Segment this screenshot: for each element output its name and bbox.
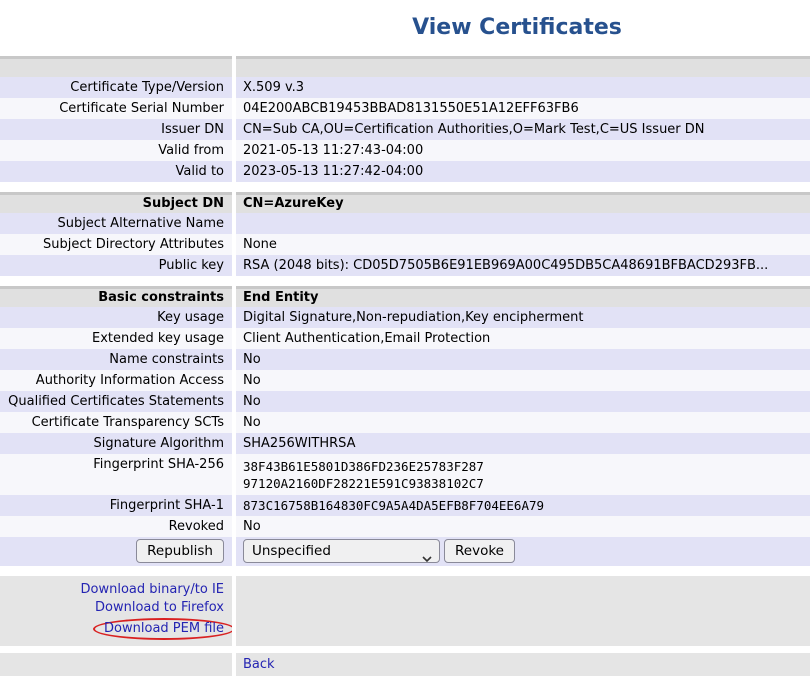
page-title: View Certificates [112, 15, 810, 40]
section-header-row: Basic constraints End Entity [0, 286, 810, 307]
download-links: Download binary/to IE Download to Firefo… [0, 576, 232, 646]
section-header-empty-label [0, 56, 232, 77]
row-value: 2021-05-13 11:27:43-04:00 [236, 140, 810, 161]
row-value: No [236, 391, 810, 412]
section-header-empty-value [236, 56, 810, 77]
section-subject: Subject DN CN=AzureKey Subject Alternati… [0, 192, 810, 276]
row-value: 2023-05-13 11:27:42-04:00 [236, 161, 810, 182]
row-label: Fingerprint SHA-256 [0, 454, 232, 495]
section-header-label: Subject DN [0, 192, 232, 213]
back-link[interactable]: Back [243, 657, 275, 672]
row-value: X.509 v.3 [236, 77, 810, 98]
row-value: 04E200ABCB19453BBAD8131550E51A12EFF63FB6 [236, 98, 810, 119]
revocation-reason-wrap: Unspecified [243, 539, 440, 563]
republish-button[interactable]: Republish [136, 539, 224, 563]
row-label: Certificate Type/Version [0, 77, 232, 98]
table-row: Revoked No [0, 516, 810, 537]
fingerprint-sha256-line1: 38F43B61E5801D386FD236E25783F287 [243, 458, 810, 475]
section-header-row [0, 56, 810, 77]
section-header-row: Subject DN CN=AzureKey [0, 192, 810, 213]
table-row: Certificate Transparency SCTs No [0, 412, 810, 433]
row-label: Authority Information Access [0, 370, 232, 391]
row-value: RSA (2048 bits): CD05D7505B6E91EB969A00C… [236, 255, 810, 276]
table-row: Signature Algorithm SHA256WITHRSA [0, 433, 810, 454]
table-row: Certificate Serial Number 04E200ABCB1945… [0, 98, 810, 119]
section-general: Certificate Type/Version X.509 v.3 Certi… [0, 56, 810, 182]
row-label: Issuer DN [0, 119, 232, 140]
row-value [236, 213, 810, 234]
republish-cell: Republish [0, 537, 232, 566]
section-header-label: Basic constraints [0, 286, 232, 307]
row-value: No [236, 516, 810, 537]
row-label: Signature Algorithm [0, 433, 232, 454]
table-row: Public key RSA (2048 bits): CD05D7505B6E… [0, 255, 810, 276]
row-value: No [236, 370, 810, 391]
row-label: Certificate Serial Number [0, 98, 232, 119]
row-label: Name constraints [0, 349, 232, 370]
back-row: Back [0, 653, 810, 676]
section-header-value: CN=AzureKey [236, 192, 810, 213]
row-value: 38F43B61E5801D386FD236E25783F287 97120A2… [236, 454, 810, 495]
row-value: None [236, 234, 810, 255]
row-label: Fingerprint SHA-1 [0, 495, 232, 516]
row-label: Key usage [0, 307, 232, 328]
red-oval-annotation: Download PEM file [93, 618, 235, 640]
row-value: CN=Sub CA,OU=Certification Authorities,O… [236, 119, 810, 140]
back-cell: Back [236, 653, 810, 676]
table-row: Subject Alternative Name [0, 213, 810, 234]
table-row: Valid from 2021-05-13 11:27:43-04:00 [0, 140, 810, 161]
row-value: SHA256WITHRSA [236, 433, 810, 454]
revocation-reason-select[interactable]: Unspecified [243, 539, 440, 563]
row-label: Extended key usage [0, 328, 232, 349]
actions-row: Republish Unspecified Revoke [0, 537, 810, 566]
table-row: Valid to 2023-05-13 11:27:42-04:00 [0, 161, 810, 182]
row-label: Subject Directory Attributes [0, 234, 232, 255]
download-row: Download binary/to IE Download to Firefo… [0, 576, 810, 646]
download-pem-link[interactable]: Download PEM file [104, 621, 224, 636]
row-value: No [236, 412, 810, 433]
row-label: Valid from [0, 140, 232, 161]
section-header-value: End Entity [236, 286, 810, 307]
row-value: Client Authentication,Email Protection [236, 328, 810, 349]
row-label: Certificate Transparency SCTs [0, 412, 232, 433]
back-empty-cell [0, 653, 232, 676]
revoke-cell: Unspecified Revoke [236, 537, 810, 566]
table-row: Fingerprint SHA-256 38F43B61E5801D386FD2… [0, 454, 810, 495]
table-row: Fingerprint SHA-1 873C16758B164830FC9A5A… [0, 495, 810, 516]
revoke-button[interactable]: Revoke [444, 539, 515, 563]
row-label: Qualified Certificates Statements [0, 391, 232, 412]
row-value: 873C16758B164830FC9A5A4DA5EFB8F704EE6A79 [236, 495, 810, 516]
table-row: Authority Information Access No [0, 370, 810, 391]
row-value: No [236, 349, 810, 370]
table-row: Qualified Certificates Statements No [0, 391, 810, 412]
download-empty-cell [236, 576, 810, 646]
section-constraints: Basic constraints End Entity Key usage D… [0, 286, 810, 566]
row-value: Digital Signature,Non-repudiation,Key en… [236, 307, 810, 328]
row-label: Subject Alternative Name [0, 213, 232, 234]
download-binary-ie-link[interactable]: Download binary/to IE [81, 582, 224, 597]
table-row: Subject Directory Attributes None [0, 234, 810, 255]
download-firefox-link[interactable]: Download to Firefox [95, 600, 224, 615]
download-section: Download binary/to IE Download to Firefo… [0, 576, 810, 646]
row-label: Revoked [0, 516, 232, 537]
fingerprint-sha256-line2: 97120A2160DF28221E591C93838102C7 [243, 475, 810, 492]
table-row: Key usage Digital Signature,Non-repudiat… [0, 307, 810, 328]
table-row: Name constraints No [0, 349, 810, 370]
table-row: Extended key usage Client Authentication… [0, 328, 810, 349]
table-row: Certificate Type/Version X.509 v.3 [0, 77, 810, 98]
row-label: Public key [0, 255, 232, 276]
table-row: Issuer DN CN=Sub CA,OU=Certification Aut… [0, 119, 810, 140]
row-label: Valid to [0, 161, 232, 182]
